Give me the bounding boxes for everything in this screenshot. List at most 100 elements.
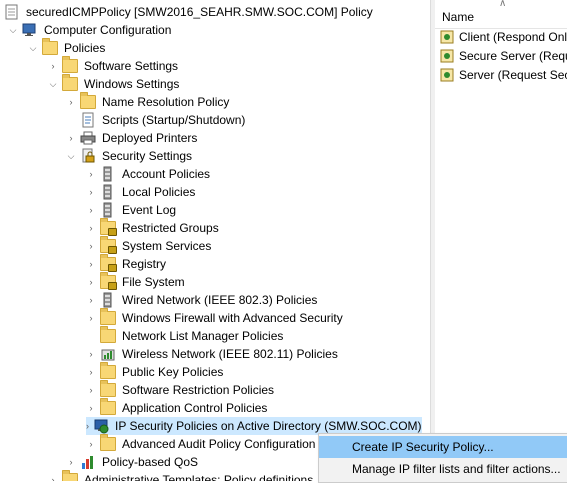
tree-item-label: IP Security Policies on Active Directory… — [115, 419, 422, 433]
tree-item-label: Policies — [64, 41, 106, 55]
list-item-label: Client (Respond Only) — [459, 30, 567, 44]
tree-item-system-services[interactable]: › System Services — [86, 236, 213, 255]
collapsed-chevron-icon[interactable]: › — [86, 291, 96, 309]
tree-item-label: securedICMPPolicy [SMW2016_SEAHR.SMW.SOC… — [26, 5, 373, 19]
details-list[interactable]: ∧ Name Client (Respond Only) Secure Serv… — [435, 0, 567, 481]
tree-item-label: Windows Firewall with Advanced Security — [122, 311, 343, 325]
collapsed-chevron-icon[interactable]: › — [86, 345, 96, 363]
tree-item-software-settings[interactable]: › Software Settings — [48, 56, 180, 75]
ip-policy-icon — [439, 29, 455, 45]
policy-book-icon — [100, 184, 116, 200]
collapsed-chevron-icon[interactable]: › — [48, 471, 58, 481]
policy-book-icon — [100, 202, 116, 218]
list-item[interactable]: Server (Request Sec... — [439, 66, 567, 84]
collapsed-chevron-icon[interactable]: › — [86, 399, 96, 417]
tree-item-file-system[interactable]: › File System — [86, 272, 187, 291]
collapsed-chevron-icon[interactable]: › — [86, 435, 96, 453]
collapsed-chevron-icon[interactable]: › — [86, 165, 96, 183]
menu-item-create-ip-security-policy[interactable]: Create IP Security Policy... — [319, 436, 567, 458]
tree-item-label: Registry — [122, 257, 167, 271]
collapsed-chevron-icon[interactable]: › — [86, 309, 96, 327]
folder-icon — [100, 362, 116, 380]
tree-item-account-policies[interactable]: › Account Policies — [86, 165, 212, 183]
expanded-chevron-icon[interactable]: ⌵ — [28, 39, 38, 57]
collapsed-chevron-icon[interactable]: › — [66, 453, 76, 471]
tree-item-registry[interactable]: › Registry — [86, 254, 168, 273]
tree-item-label: System Services — [122, 239, 212, 253]
tree-item-label: Wireless Network (IEEE 802.11) Policies — [122, 347, 338, 361]
folder-icon — [100, 434, 116, 452]
tree-item-local-policies[interactable]: › Local Policies — [86, 183, 197, 201]
tree-item-policy-based-qos[interactable]: › Policy-based QoS — [66, 453, 200, 471]
tree-item-event-log[interactable]: › Event Log — [86, 201, 178, 219]
folder-icon — [80, 92, 96, 110]
tree-item-administrative-templates[interactable]: › Administrative Templates: Policy defin… — [48, 470, 315, 481]
tree-item-label: Administrative Templates: Policy definit… — [84, 473, 314, 481]
tree-item-label: Windows Settings — [84, 77, 180, 91]
tree-item-security-settings[interactable]: ⌵ Security Settings — [66, 147, 194, 165]
tree-item-policies[interactable]: ⌵ Policies — [28, 38, 107, 57]
expanded-chevron-icon[interactable]: ⌵ — [8, 21, 18, 39]
list-item[interactable]: Client (Respond Only) — [439, 28, 567, 46]
security-settings-icon — [80, 148, 96, 164]
tree-item-label: Deployed Printers — [102, 131, 198, 145]
collapsed-chevron-icon[interactable]: › — [86, 417, 89, 435]
column-header-label: Name — [442, 10, 475, 24]
ip-policy-icon — [439, 67, 455, 83]
tree-item-label: Restricted Groups — [122, 221, 219, 235]
tree-item-restricted-groups[interactable]: › Restricted Groups — [86, 218, 221, 237]
collapsed-chevron-icon[interactable]: › — [86, 381, 96, 399]
tree-item-advanced-audit[interactable]: › Advanced Audit Policy Configuration — [86, 434, 317, 453]
list-item-label: Server (Request Sec... — [459, 68, 567, 82]
ip-policy-icon — [439, 48, 455, 64]
collapsed-chevron-icon[interactable]: › — [86, 183, 96, 201]
policy-document-icon — [4, 4, 20, 20]
expanded-chevron-icon[interactable]: ⌵ — [66, 147, 76, 165]
ip-security-icon — [93, 418, 109, 434]
collapsed-chevron-icon[interactable]: › — [86, 201, 96, 219]
column-header-name[interactable]: ∧ Name — [435, 0, 567, 29]
locked-folder-icon — [100, 272, 117, 290]
qos-chart-icon — [80, 454, 96, 470]
tree-item-label: Name Resolution Policy — [102, 95, 230, 109]
wireless-policy-icon — [100, 346, 116, 362]
tree-item-network-list-manager[interactable]: Network List Manager Policies — [100, 326, 285, 345]
tree-item-label: Network List Manager Policies — [122, 329, 284, 343]
list-item[interactable]: Secure Server (Requi... — [439, 47, 567, 65]
tree-item-application-control[interactable]: › Application Control Policies — [86, 398, 269, 417]
tree-item-wired-network[interactable]: › Wired Network (IEEE 802.3) Policies — [86, 291, 319, 309]
locked-folder-icon — [100, 236, 117, 254]
expanded-chevron-icon[interactable]: ⌵ — [48, 75, 58, 93]
printer-icon — [80, 130, 96, 146]
tree-item-software-restriction[interactable]: › Software Restriction Policies — [86, 380, 276, 399]
collapsed-chevron-icon[interactable]: › — [48, 57, 58, 75]
collapsed-chevron-icon[interactable]: › — [66, 129, 76, 147]
menu-item-manage-ip-filter-lists[interactable]: Manage IP filter lists and filter action… — [319, 458, 567, 480]
collapsed-chevron-icon[interactable]: › — [66, 93, 76, 111]
collapsed-chevron-icon[interactable]: › — [86, 363, 96, 381]
locked-folder-icon — [100, 254, 117, 272]
tree-item-name-resolution-policy[interactable]: › Name Resolution Policy — [66, 92, 231, 111]
folder-icon — [62, 56, 78, 74]
collapsed-chevron-icon[interactable]: › — [86, 237, 96, 255]
tree-item-windows-firewall[interactable]: › Windows Firewall with Advanced Securit… — [86, 308, 345, 327]
computer-icon — [22, 22, 38, 38]
tree-item-computer-configuration[interactable]: ⌵ Computer Configuration — [8, 21, 173, 39]
tree-item-label: Application Control Policies — [122, 401, 268, 415]
tree-item-root[interactable]: securedICMPPolicy [SMW2016_SEAHR.SMW.SOC… — [4, 3, 375, 21]
tree-item-wireless-network[interactable]: › Wireless Network (IEEE 802.11) Policie… — [86, 345, 340, 363]
console-tree[interactable]: securedICMPPolicy [SMW2016_SEAHR.SMW.SOC… — [0, 0, 430, 481]
tree-item-public-key-policies[interactable]: › Public Key Policies — [86, 362, 225, 381]
collapsed-chevron-icon[interactable]: › — [86, 219, 96, 237]
tree-item-deployed-printers[interactable]: › Deployed Printers — [66, 129, 199, 147]
collapsed-chevron-icon[interactable]: › — [86, 255, 96, 273]
collapsed-chevron-icon[interactable]: › — [86, 273, 96, 291]
tree-item-label: Software Restriction Policies — [122, 383, 275, 397]
tree-item-label: Security Settings — [102, 149, 193, 163]
tree-item-label: Local Policies — [122, 185, 196, 199]
tree-item-label: Software Settings — [84, 59, 179, 73]
folder-icon — [100, 308, 116, 326]
tree-item-scripts[interactable]: Scripts (Startup/Shutdown) — [80, 111, 247, 129]
tree-item-windows-settings[interactable]: ⌵ Windows Settings — [48, 74, 181, 93]
folder-icon — [100, 326, 116, 344]
